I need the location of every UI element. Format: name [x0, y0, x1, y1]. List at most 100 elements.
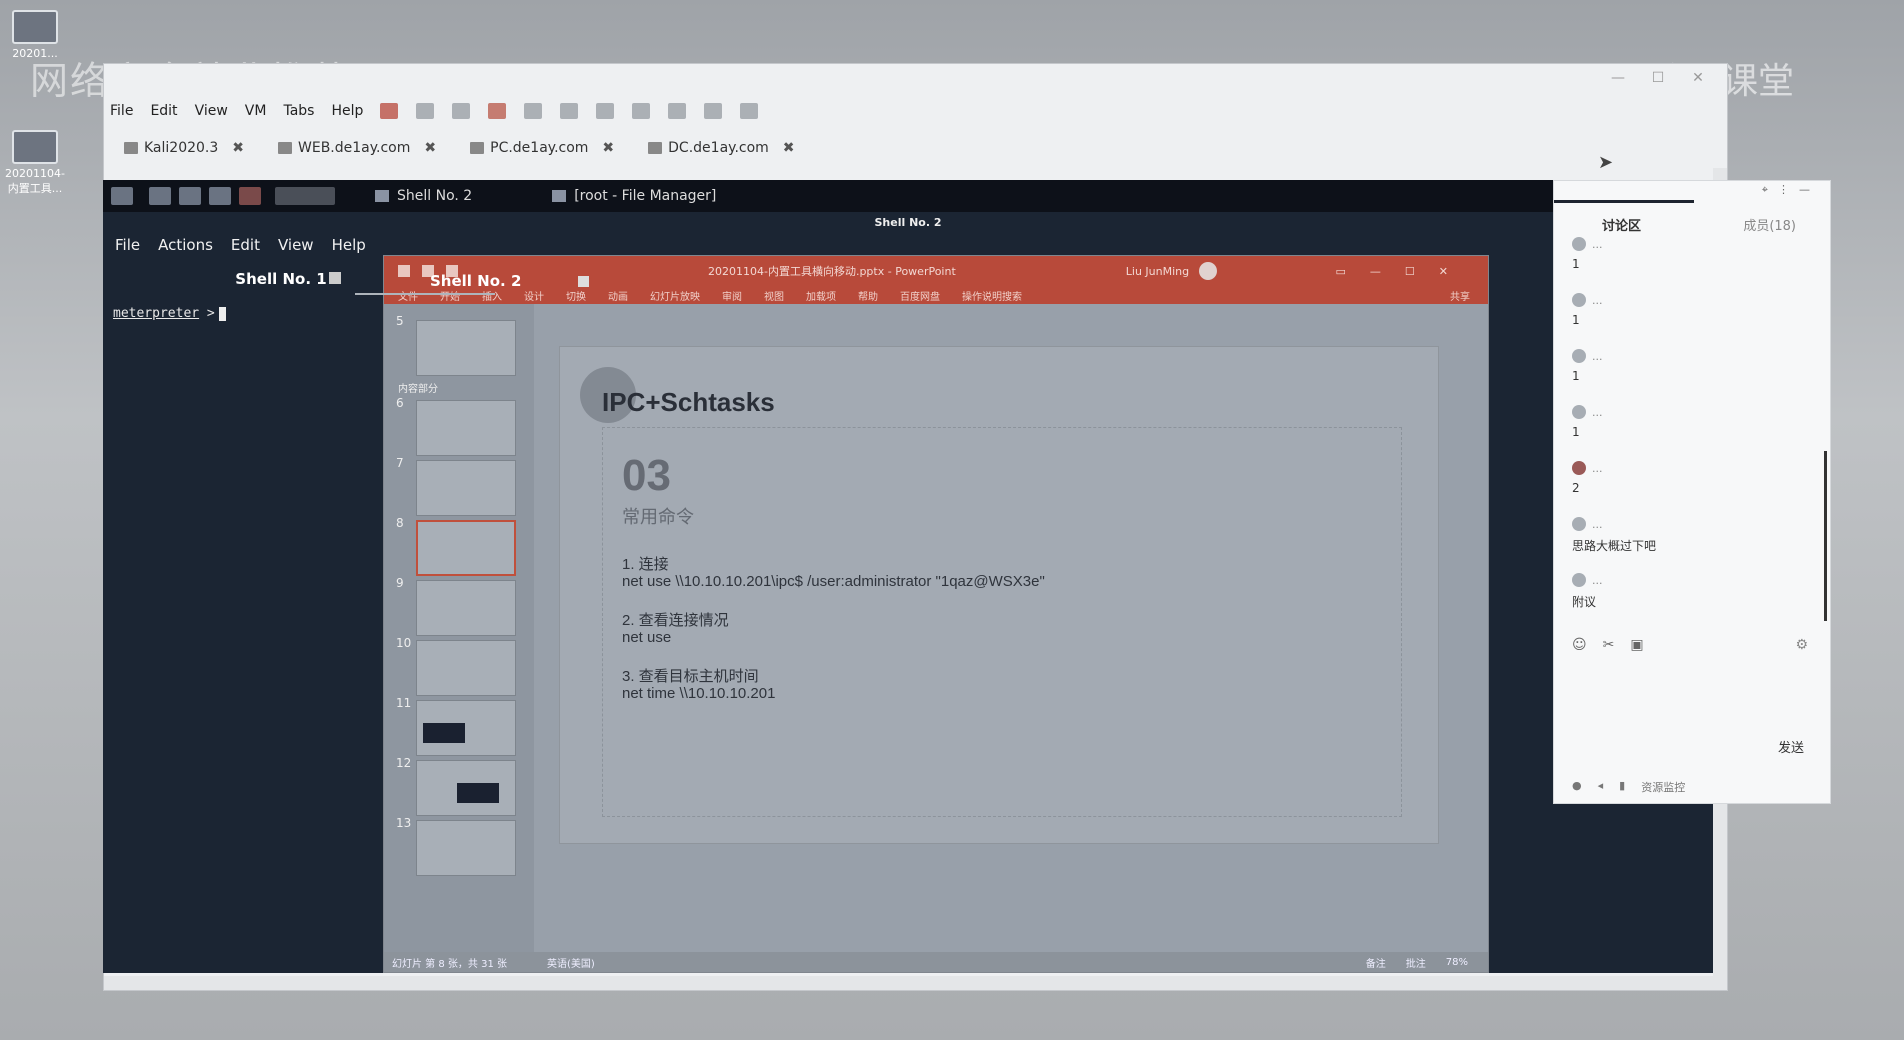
close-tab-icon[interactable]: ✖ — [424, 140, 436, 156]
emoji-icon[interactable]: ☺ — [1572, 637, 1587, 653]
minimize-icon[interactable]: — — [1605, 70, 1631, 86]
menu-edit[interactable]: Edit — [231, 236, 260, 254]
desktop-icon[interactable]: 20201104-内置工具... — [0, 130, 70, 196]
window-controls[interactable]: ▭—☐✕ — [1336, 265, 1472, 278]
ppt-statusbar: 幻灯片 第 8 张，共 31 张 英语(美国) 备注 批注 78% — [384, 952, 1488, 972]
kali-menu-icon[interactable] — [111, 187, 133, 205]
slide-text-line: 3. 查看目标主机时间 — [622, 668, 759, 685]
thumb-number: 7 — [396, 456, 404, 470]
ribbon-tab[interactable]: 加载项 — [806, 288, 836, 303]
tab-shell-1[interactable]: Shell No. 1 — [181, 270, 381, 288]
menu-help[interactable]: Help — [331, 103, 363, 119]
taskbar-task-shell[interactable]: Shell No. 2 — [375, 188, 472, 204]
terminal-prompt[interactable]: meterpreter > — [113, 306, 226, 321]
suspend-icon[interactable] — [416, 103, 435, 119]
slide-thumbnail[interactable] — [416, 700, 516, 756]
play-icon[interactable] — [452, 103, 471, 119]
ribbon-tab[interactable]: 文件 — [398, 288, 418, 303]
tab-shell-2[interactable]: Shell No. 2 — [430, 272, 521, 290]
ribbon-tab[interactable]: 视图 — [764, 288, 784, 303]
ribbon-tab[interactable]: 帮助 — [858, 288, 878, 303]
tab-discussion[interactable]: 讨论区 — [1602, 215, 1641, 234]
panel-controls[interactable]: ⌖⋮— — [1762, 183, 1820, 197]
slide-thumbnail[interactable] — [416, 400, 516, 456]
ribbon-tab[interactable]: 幻灯片放映 — [650, 288, 700, 303]
close-tab-icon[interactable]: ✖ — [232, 140, 244, 156]
menu-actions[interactable]: Actions — [158, 236, 213, 254]
language[interactable]: 英语(美国) — [547, 955, 595, 970]
slide-thumbnail[interactable] — [416, 820, 516, 876]
revert-icon[interactable] — [488, 103, 507, 119]
chat-scrollbar[interactable] — [1824, 451, 1827, 621]
ribbon-tab[interactable]: 设计 — [524, 288, 544, 303]
menu-edit[interactable]: Edit — [150, 103, 177, 119]
menu-help[interactable]: Help — [332, 236, 366, 254]
speaker-icon[interactable]: ◂ — [1598, 779, 1604, 795]
comments-button[interactable]: 批注 — [1406, 955, 1426, 970]
close-icon[interactable]: ✕ — [1685, 70, 1711, 86]
slide-thumbnail[interactable] — [416, 760, 516, 816]
tab-members[interactable]: 成员(18) — [1743, 215, 1796, 234]
file-manager-icon[interactable] — [179, 187, 201, 205]
microphone-icon[interactable]: ● — [1572, 779, 1582, 795]
close-tab-icon[interactable]: ✖ — [602, 140, 614, 156]
chat-message: ... 思路大概过下吧 — [1572, 517, 1656, 554]
slide-canvas[interactable]: IPC+Schtasks 03 常用命令 1. 连接 net use \\10.… — [559, 346, 1439, 844]
settings-icon[interactable]: ⚙ — [1795, 637, 1808, 653]
snapshot-manager-icon[interactable] — [560, 103, 579, 119]
zoom-level[interactable]: 78% — [1446, 957, 1468, 968]
close-tab-icon[interactable] — [329, 272, 341, 284]
image-icon[interactable]: ▣ — [1630, 637, 1643, 653]
ribbon-search[interactable]: 操作说明搜索 — [962, 288, 1022, 303]
chat-message: ... 1 — [1572, 349, 1603, 383]
close-tab-icon[interactable] — [578, 276, 589, 287]
menu-view[interactable]: View — [278, 236, 314, 254]
avatar — [1572, 461, 1586, 475]
save-icon[interactable] — [398, 265, 410, 277]
slide-thumbnail[interactable] — [416, 320, 516, 376]
slide-thumbnail[interactable] — [416, 640, 516, 696]
taskbar-task-file-manager[interactable]: [root - File Manager] — [552, 188, 716, 204]
ribbon-tab[interactable]: 百度网盘 — [900, 288, 940, 303]
tab-web[interactable]: WEB.de1ay.com ✖ — [278, 140, 436, 156]
horizontal-scrollbar[interactable] — [104, 976, 1727, 990]
maximize-icon[interactable]: ☐ — [1645, 70, 1671, 86]
share-button[interactable]: 共享 — [1450, 288, 1470, 303]
send-button[interactable]: 发送 — [1778, 737, 1804, 756]
avatar[interactable] — [1199, 262, 1218, 280]
signal-icon[interactable]: ▮ — [1619, 779, 1625, 795]
slide-thumbnail-selected[interactable] — [416, 520, 516, 576]
fullscreen-icon[interactable] — [704, 103, 723, 119]
terminal-launcher-icon[interactable] — [209, 187, 231, 205]
console-icon[interactable] — [668, 103, 687, 119]
resource-monitor-link[interactable]: 资源监控 — [1641, 779, 1685, 795]
power-icon[interactable] — [380, 103, 399, 119]
unity-icon[interactable] — [740, 103, 759, 119]
workspace-switcher[interactable] — [275, 187, 335, 205]
section-label[interactable]: 内容部分 — [398, 380, 438, 395]
desktop-icon[interactable]: 20201... — [0, 10, 70, 60]
menu-vm[interactable]: VM — [245, 103, 267, 119]
tab-dc[interactable]: DC.de1ay.com ✖ — [648, 140, 795, 156]
ribbon-tab[interactable]: 动画 — [608, 288, 628, 303]
ribbon-tab[interactable]: 审阅 — [722, 288, 742, 303]
chat-text: 思路大概过下吧 — [1572, 539, 1657, 553]
notes-button[interactable]: 备注 — [1366, 955, 1386, 970]
tab-pc[interactable]: PC.de1ay.com ✖ — [470, 140, 614, 156]
browser-icon[interactable] — [239, 187, 261, 205]
show-desktop-icon[interactable] — [149, 187, 171, 205]
avatar — [1572, 349, 1586, 363]
slide-thumbnail[interactable] — [416, 460, 516, 516]
tab-kali[interactable]: Kali2020.3 ✖ — [124, 140, 244, 156]
close-tab-icon[interactable]: ✖ — [783, 140, 795, 156]
slide-thumbnail[interactable] — [416, 580, 516, 636]
snapshot-icon[interactable] — [524, 103, 543, 119]
menu-file[interactable]: File — [115, 236, 140, 254]
snapshot-restore-icon[interactable] — [596, 103, 615, 119]
menu-tabs[interactable]: Tabs — [283, 103, 314, 119]
ribbon-tab[interactable]: 切换 — [566, 288, 586, 303]
menu-file[interactable]: File — [110, 103, 133, 119]
sidebar-icon[interactable] — [632, 103, 651, 119]
scissors-icon[interactable]: ✂ — [1603, 637, 1615, 653]
menu-view[interactable]: View — [195, 103, 228, 119]
